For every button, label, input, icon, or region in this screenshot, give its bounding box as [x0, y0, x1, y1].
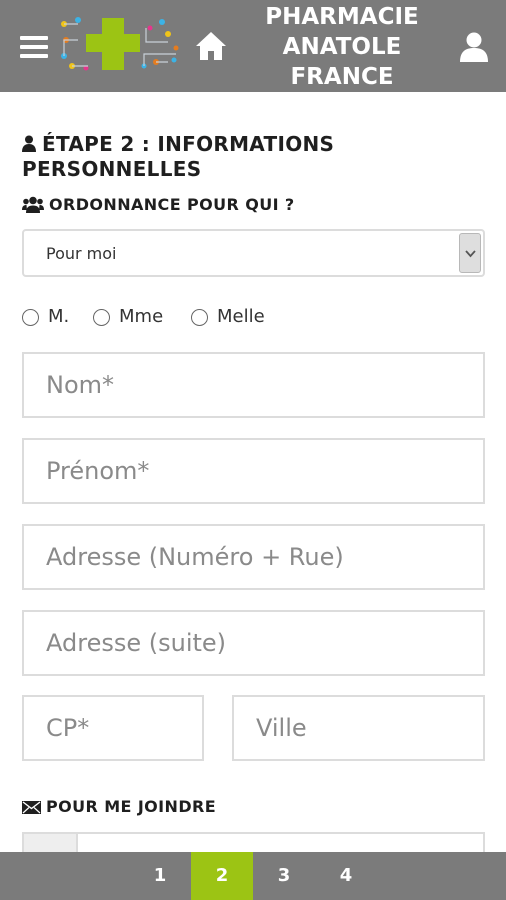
ordonnance-label-text: ORDONNANCE POUR QUI ?: [49, 195, 295, 214]
page-3-button[interactable]: 3: [253, 852, 315, 900]
select-arrow-button[interactable]: [459, 233, 481, 273]
joindre-label: POUR ME JOINDRE: [22, 797, 216, 816]
form-content: ÉTAPE 2 : INFORMATIONS PERSONNELLES ORDO…: [0, 92, 506, 852]
page-4-button[interactable]: 4: [315, 852, 377, 900]
step-pager: 1 2 3 4: [0, 852, 506, 900]
phone-input[interactable]: [22, 832, 485, 852]
radio-circle[interactable]: [22, 309, 39, 326]
cp-input[interactable]: CP*: [22, 695, 204, 761]
ordonnance-select[interactable]: Pour moi: [22, 229, 485, 277]
user-icon: [22, 135, 36, 152]
title-line-2: ANATOLE: [282, 34, 402, 60]
nom-input[interactable]: Nom*: [22, 352, 485, 418]
radio-circle[interactable]: [191, 309, 208, 326]
radio-m-label: M.: [48, 306, 70, 327]
radio-mme-label: Mme: [119, 306, 164, 327]
ville-input[interactable]: Ville: [232, 695, 485, 761]
adresse-input[interactable]: Adresse (Numéro + Rue): [22, 524, 485, 590]
step-title-line-2: PERSONNELLES: [22, 157, 202, 181]
phone-prefix: [24, 834, 78, 852]
ordonnance-select-value: Pour moi: [46, 244, 117, 263]
page-1-button[interactable]: 1: [129, 852, 191, 900]
chevron-down-icon: [465, 250, 476, 258]
prenom-input[interactable]: Prénom*: [22, 438, 485, 504]
users-icon: [22, 196, 44, 213]
envelope-icon: [22, 801, 41, 814]
title-line-3: FRANCE: [290, 64, 394, 90]
joindre-label-text: POUR ME JOINDRE: [46, 797, 217, 816]
app-header: PHARMACIE ANATOLE FRANCE: [0, 0, 506, 92]
hamburger-menu-icon[interactable]: [20, 36, 48, 58]
step-title: ÉTAPE 2 : INFORMATIONS PERSONNELLES: [22, 132, 482, 182]
app-title: PHARMACIE ANATOLE FRANCE: [248, 2, 436, 92]
radio-circle[interactable]: [93, 309, 110, 326]
title-line-1: PHARMACIE: [265, 4, 419, 30]
user-icon[interactable]: [458, 31, 490, 63]
step-title-line-1: ÉTAPE 2 : INFORMATIONS: [42, 132, 335, 156]
adresse-suite-input[interactable]: Adresse (suite): [22, 610, 485, 676]
ordonnance-label: ORDONNANCE POUR QUI ?: [22, 195, 295, 214]
radio-melle-label: Melle: [217, 306, 265, 327]
page-2-button[interactable]: 2: [191, 852, 253, 900]
home-icon[interactable]: [194, 30, 228, 62]
pharmacy-cross-logo: [61, 17, 179, 71]
